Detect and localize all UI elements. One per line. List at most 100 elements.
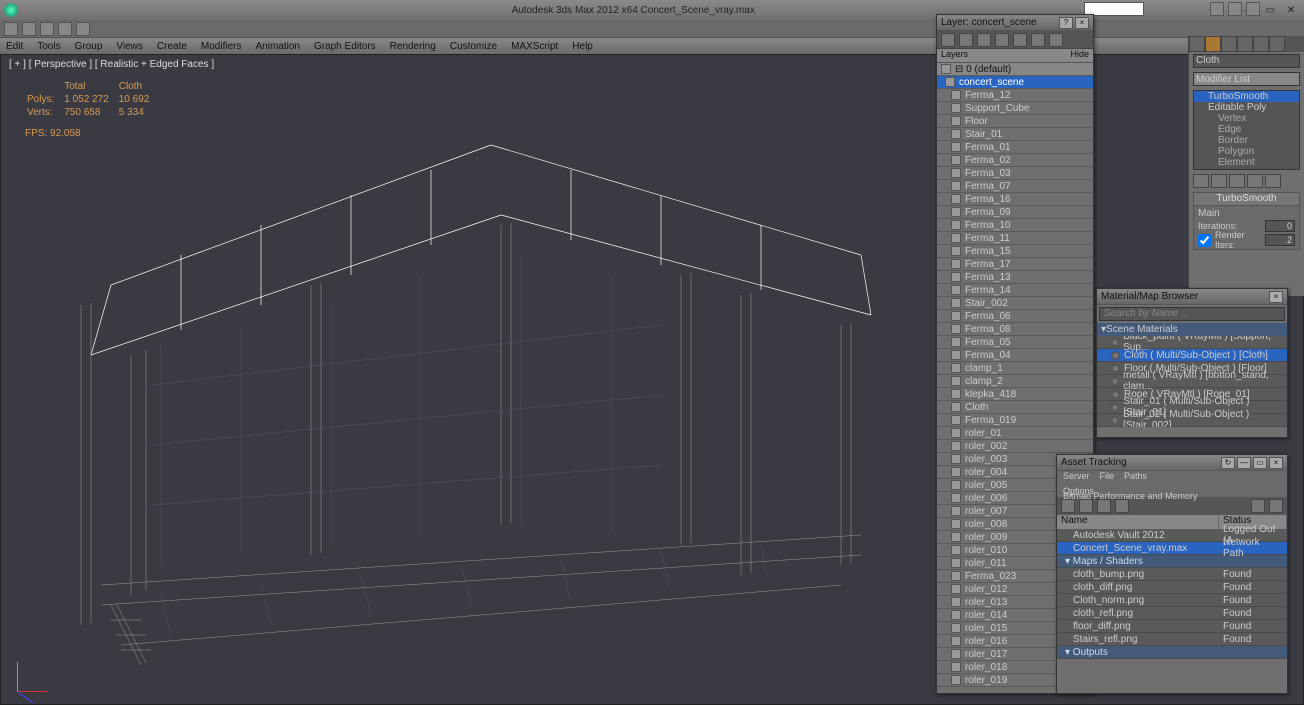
layer-item[interactable]: Ferma_14 bbox=[937, 284, 1093, 297]
layer-item[interactable]: Ferma_03 bbox=[937, 167, 1093, 180]
help-icon[interactable] bbox=[1246, 2, 1260, 16]
close-icon[interactable]: × bbox=[1269, 457, 1283, 469]
layer-item[interactable]: Ferma_02 bbox=[937, 154, 1093, 167]
layer-item[interactable]: Ferma_019 bbox=[937, 414, 1093, 427]
pin-icon[interactable]: ? bbox=[1059, 17, 1073, 29]
menu-file[interactable]: File bbox=[1100, 471, 1115, 481]
layer-root[interactable]: ⊟ 0 (default) bbox=[937, 63, 1093, 76]
table-icon[interactable] bbox=[1097, 499, 1111, 513]
asset-item[interactable]: cloth_bump.pngFound bbox=[1057, 568, 1287, 581]
layer-item[interactable]: Ferma_01 bbox=[937, 141, 1093, 154]
asset-item[interactable]: cloth_refl.pngFound bbox=[1057, 607, 1287, 620]
menu-rendering[interactable]: Rendering bbox=[390, 41, 436, 52]
layer-item[interactable]: Ferma_11 bbox=[937, 232, 1093, 245]
layer-item[interactable]: Floor bbox=[937, 115, 1093, 128]
menu-customize[interactable]: Customize bbox=[450, 41, 497, 52]
subobj-vertex[interactable]: Vertex bbox=[1194, 113, 1299, 124]
render-iters-checkbox[interactable] bbox=[1198, 234, 1211, 247]
unique-icon[interactable] bbox=[1229, 174, 1245, 188]
subobj-border[interactable]: Border bbox=[1194, 135, 1299, 146]
highlight-icon[interactable] bbox=[1013, 33, 1027, 47]
minimize-icon[interactable]: — bbox=[1237, 457, 1251, 469]
modifier-list-dropdown[interactable]: Modifier List bbox=[1193, 72, 1300, 86]
render-iters-spinner[interactable]: 2 bbox=[1265, 234, 1295, 246]
layer-item[interactable]: klepka_418 bbox=[937, 388, 1093, 401]
menu-server[interactable]: Server bbox=[1063, 471, 1090, 481]
modifier-stack[interactable]: TurboSmooth Editable Poly Vertex Edge Bo… bbox=[1193, 90, 1300, 170]
undo-icon[interactable] bbox=[58, 22, 72, 36]
layer-item[interactable]: Ferma_10 bbox=[937, 219, 1093, 232]
tab-motion-icon[interactable] bbox=[1237, 36, 1253, 52]
asset-category[interactable]: ▾ Outputs bbox=[1057, 646, 1287, 659]
menu-tools[interactable]: Tools bbox=[37, 41, 60, 52]
maximize-icon[interactable]: ▭ bbox=[1253, 457, 1267, 469]
remove-mod-icon[interactable] bbox=[1247, 174, 1263, 188]
layer-item[interactable]: clamp_1 bbox=[937, 362, 1093, 375]
open-icon[interactable] bbox=[22, 22, 36, 36]
options-icon[interactable] bbox=[1251, 499, 1265, 513]
subobj-polygon[interactable]: Polygon bbox=[1194, 146, 1299, 157]
layer-item[interactable]: Stair_002 bbox=[937, 297, 1093, 310]
layer-item[interactable]: Ferma_06 bbox=[937, 310, 1093, 323]
menu-group[interactable]: Group bbox=[75, 41, 103, 52]
menu-maxscript[interactable]: MAXScript bbox=[511, 41, 558, 52]
material-category[interactable]: ▾ Scene Materials bbox=[1097, 323, 1287, 336]
menu-animation[interactable]: Animation bbox=[255, 41, 299, 52]
tab-utilities-icon[interactable] bbox=[1269, 36, 1285, 52]
layer-item[interactable]: Ferma_09 bbox=[937, 206, 1093, 219]
grid-icon[interactable] bbox=[1115, 499, 1129, 513]
asset-item[interactable]: Concert_Scene_vray.maxNetwork Path bbox=[1057, 542, 1287, 555]
redo-icon[interactable] bbox=[76, 22, 90, 36]
list-icon[interactable] bbox=[1079, 499, 1093, 513]
tab-modify-icon[interactable] bbox=[1205, 36, 1221, 52]
layer-item[interactable]: clamp_2 bbox=[937, 375, 1093, 388]
refresh-icon[interactable] bbox=[1269, 499, 1283, 513]
pin-stack-icon[interactable] bbox=[1193, 174, 1209, 188]
layer-item[interactable]: Stair_01 bbox=[937, 128, 1093, 141]
layer-item[interactable]: Ferma_04 bbox=[937, 349, 1093, 362]
select-layer-icon[interactable] bbox=[995, 33, 1009, 47]
material-item[interactable]: metall ( VRayMtl ) [botton_stand, clam..… bbox=[1097, 375, 1287, 388]
close-icon[interactable]: × bbox=[1075, 17, 1089, 29]
tab-create-icon[interactable] bbox=[1189, 36, 1205, 52]
asset-list[interactable]: Autodesk Vault 2012Logged Out (AConcert_… bbox=[1057, 529, 1287, 659]
layer-item[interactable]: Ferma_13 bbox=[937, 271, 1093, 284]
tab-display-icon[interactable] bbox=[1253, 36, 1269, 52]
menu-edit[interactable]: Edit bbox=[6, 41, 23, 52]
freeze-icon[interactable] bbox=[1049, 33, 1063, 47]
layer-item[interactable]: roler_002 bbox=[937, 440, 1093, 453]
modifier-turbosmooth[interactable]: TurboSmooth bbox=[1194, 91, 1299, 102]
layer-group[interactable]: concert_scene bbox=[937, 76, 1093, 89]
iterations-spinner[interactable]: 0 bbox=[1265, 220, 1295, 232]
maximize-button[interactable]: ▭ bbox=[1261, 5, 1279, 16]
star-icon[interactable] bbox=[1228, 2, 1242, 16]
menu-options[interactable]: Options bbox=[1063, 486, 1094, 496]
menu-modifiers[interactable]: Modifiers bbox=[201, 41, 242, 52]
material-item[interactable]: Stair_02 ( Multi/Sub-Object ) [Stair_002… bbox=[1097, 414, 1287, 427]
layer-item[interactable]: Support_Cube bbox=[937, 102, 1093, 115]
layer-item[interactable]: Ferma_16 bbox=[937, 193, 1093, 206]
layer-item[interactable]: Ferma_08 bbox=[937, 323, 1093, 336]
layer-panel-title[interactable]: Layer: concert_scene ? × bbox=[937, 15, 1093, 31]
object-name-input[interactable]: Cloth bbox=[1193, 54, 1300, 68]
show-result-icon[interactable] bbox=[1211, 174, 1227, 188]
layer-item[interactable]: Ferma_07 bbox=[937, 180, 1093, 193]
layer-item[interactable]: Ferma_17 bbox=[937, 258, 1093, 271]
layer-item[interactable]: roler_01 bbox=[937, 427, 1093, 440]
layer-item[interactable]: Ferma_05 bbox=[937, 336, 1093, 349]
refresh-icon[interactable]: ↻ bbox=[1221, 457, 1235, 469]
subobj-element[interactable]: Element bbox=[1194, 157, 1299, 168]
menu-paths[interactable]: Paths bbox=[1124, 471, 1147, 481]
layer-item[interactable]: Cloth bbox=[937, 401, 1093, 414]
add-to-layer-icon[interactable] bbox=[977, 33, 991, 47]
tree-icon[interactable] bbox=[1061, 499, 1075, 513]
menu-grapheditors[interactable]: Graph Editors bbox=[314, 41, 376, 52]
menu-help[interactable]: Help bbox=[572, 41, 593, 52]
modifier-editable-poly[interactable]: Editable Poly bbox=[1194, 102, 1299, 113]
asset-item[interactable]: Cloth_norm.pngFound bbox=[1057, 594, 1287, 607]
layer-item[interactable]: Ferma_15 bbox=[937, 245, 1093, 258]
material-item[interactable]: Black_paint ( VRayMtl ) [Support, Sup... bbox=[1097, 336, 1287, 349]
configure-icon[interactable] bbox=[1265, 174, 1281, 188]
save-icon[interactable] bbox=[40, 22, 54, 36]
layer-item[interactable]: Ferma_12 bbox=[937, 89, 1093, 102]
